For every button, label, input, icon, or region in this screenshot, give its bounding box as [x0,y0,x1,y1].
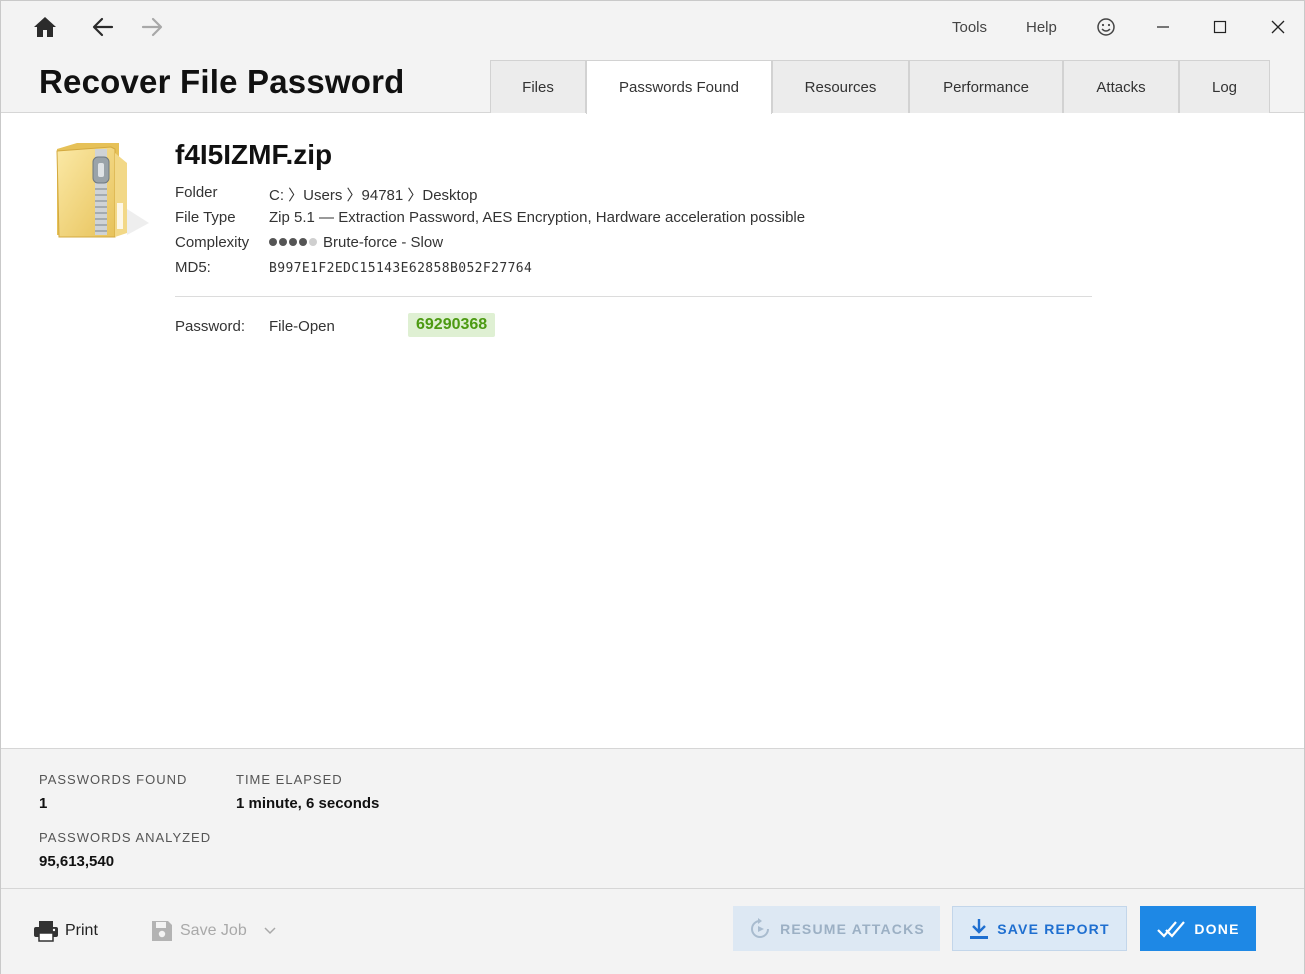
tab-performance[interactable]: Performance [909,60,1063,113]
file-type-label: File Type [175,209,236,226]
save-job-label: Save Job [180,922,247,939]
back-button[interactable] [86,11,120,43]
arrow-left-icon [92,17,114,37]
complexity-text: Brute-force - Slow [323,234,444,251]
tab-log[interactable]: Log [1179,60,1270,113]
smiley-icon [1097,18,1115,36]
passwords-analyzed-label: PASSWORDS ANALYZED [39,830,212,845]
save-job-button[interactable]: Save Job [150,919,277,943]
menu-tools[interactable]: Tools [952,19,987,36]
floppy-disk-icon [152,921,172,941]
app-window: Tools Help Recover File Password Files P… [0,0,1305,974]
chevron-down-icon[interactable] [263,926,277,936]
double-check-icon [1157,920,1186,938]
close-button[interactable] [1258,11,1298,43]
complexity-value: Brute-force - Slow [269,234,443,251]
time-elapsed-value: 1 minute, 6 seconds [236,795,380,812]
divider [175,296,1092,297]
complexity-dot [299,238,307,247]
footer: Print Save Job RESUME ATTACKS SAVE REPOR… [1,889,1304,974]
save-report-button[interactable]: SAVE REPORT [952,906,1127,951]
resume-attacks-button[interactable]: RESUME ATTACKS [733,906,940,951]
printer-icon [34,921,58,942]
complexity-dot [289,238,297,247]
passwords-found-label: PASSWORDS FOUND [39,772,188,787]
done-button[interactable]: DONE [1140,906,1256,951]
home-icon [34,17,56,37]
tab-passwords-found[interactable]: Passwords Found [586,60,772,114]
complexity-meter [269,238,317,247]
file-name: f4I5IZMF.zip [175,139,333,170]
resume-attacks-label: RESUME ATTACKS [780,920,925,937]
tab-files[interactable]: Files [490,60,586,113]
page-title: Recover File Password [39,63,405,100]
done-label: DONE [1194,920,1240,937]
print-label: Print [65,922,98,939]
close-icon [1271,20,1285,34]
forward-button[interactable] [135,11,169,43]
download-icon [970,918,989,939]
file-type-value: Zip 5.1 — Extraction Password, AES Encry… [269,209,806,226]
save-report-label: SAVE REPORT [997,920,1110,937]
md5-value: B997E1F2EDC15143E62858B052F27764 [269,261,533,276]
home-button[interactable] [28,11,62,43]
password-kind: File-Open [269,318,335,335]
password-label: Password: [175,318,246,335]
maximize-button[interactable] [1200,11,1240,43]
password-value[interactable]: 69290368 [408,313,496,337]
tab-attacks[interactable]: Attacks [1063,60,1179,113]
complexity-dot [309,238,317,247]
arrow-right-icon [141,17,163,37]
passwords-analyzed-value: 95,613,540 [39,853,115,870]
feedback-button[interactable] [1089,11,1123,43]
passwords-found-value: 1 [39,795,48,812]
md5-label: MD5: [175,259,211,276]
zip-folder-icon [49,139,153,243]
minimize-icon [1157,26,1169,28]
complexity-dot [269,238,277,247]
print-button[interactable]: Print [33,919,98,943]
time-elapsed-label: TIME ELAPSED [236,772,343,787]
complexity-label: Complexity [175,234,250,251]
folder-path: C: 〉Users 〉94781 〉Desktop [269,187,478,204]
folder-label: Folder [175,184,218,201]
stats-panel: PASSWORDS FOUND 1 TIME ELAPSED 1 minute,… [1,748,1304,889]
maximize-icon [1213,20,1227,34]
complexity-dot [279,238,287,247]
tab-resources[interactable]: Resources [772,60,909,113]
menu-help[interactable]: Help [1026,19,1057,36]
title-bar: Tools Help Recover File Password Files P… [1,1,1304,114]
resume-icon [751,917,770,938]
minimize-button[interactable] [1143,11,1183,43]
